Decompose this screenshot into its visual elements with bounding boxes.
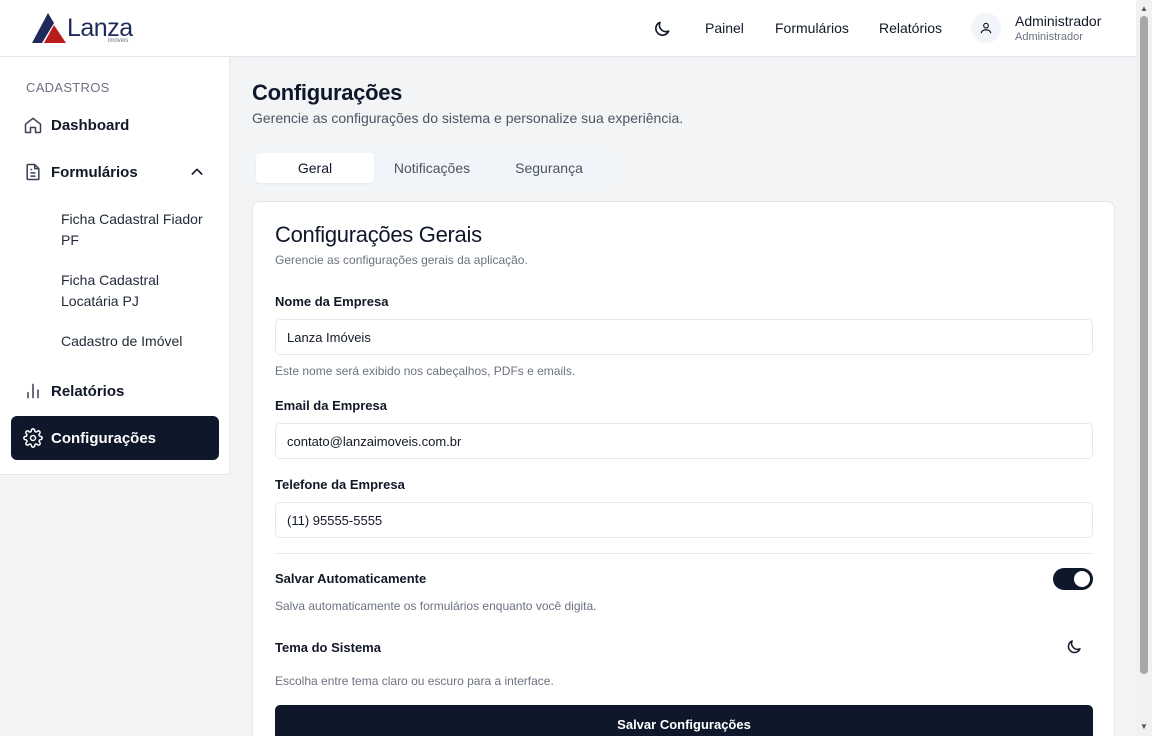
toggle-knob (1074, 571, 1090, 587)
sidebar-item-formularios[interactable]: Formulários (11, 150, 219, 194)
avatar[interactable] (971, 13, 1001, 43)
company-name-help: Este nome será exibido nos cabeçalhos, P… (275, 364, 576, 378)
bar-chart-icon (23, 381, 43, 401)
sidebar-item-label: Relatórios (51, 382, 125, 400)
scroll-down-icon[interactable]: ▼ (1139, 722, 1149, 732)
moon-icon[interactable] (652, 19, 672, 39)
nav-relatorios[interactable]: Relatórios (879, 20, 942, 36)
moon-icon (1067, 640, 1081, 654)
tab-seguranca[interactable]: Segurança (490, 153, 608, 183)
home-icon (23, 115, 43, 135)
company-email-input[interactable] (275, 423, 1093, 459)
general-settings-card: Configurações Gerais Gerencie as configu… (252, 201, 1115, 736)
user-role: Administrador (1015, 31, 1083, 43)
tab-geral[interactable]: Geral (256, 153, 374, 183)
nav-painel[interactable]: Painel (705, 20, 744, 36)
card-subtitle: Gerencie as configurações gerais da apli… (275, 253, 528, 267)
autosave-help: Salva automaticamente os formulários enq… (275, 599, 597, 613)
sidebar-item-dashboard[interactable]: Dashboard (11, 103, 219, 147)
nav-formularios[interactable]: Formulários (775, 20, 849, 36)
company-phone-label: Telefone da Empresa (275, 477, 405, 492)
autosave-toggle[interactable] (1053, 568, 1093, 590)
sidebar-subitem-cadastro-imovel[interactable]: Cadastro de Imóvel (61, 331, 211, 352)
sidebar-item-label: Dashboard (51, 116, 130, 134)
gear-icon (23, 428, 43, 448)
company-email-label: Email da Empresa (275, 398, 387, 413)
card-title: Configurações Gerais (275, 222, 482, 247)
chevron-up-icon[interactable] (189, 164, 205, 180)
sidebar-subitem-locataria-pj[interactable]: Ficha Cadastral Locatária PJ (61, 270, 211, 312)
sidebar-item-configuracoes[interactable]: Configurações (11, 416, 219, 460)
user-name[interactable]: Administrador (1015, 13, 1101, 29)
save-settings-button[interactable]: Salvar Configurações (275, 705, 1093, 736)
company-name-label: Nome da Empresa (275, 294, 389, 309)
page-title: Configurações (252, 80, 403, 105)
logo-tagline: imóveis (108, 38, 129, 44)
sidebar-item-label: Formulários (51, 163, 138, 181)
file-text-icon (23, 162, 43, 182)
sidebar-item-label: Configurações (51, 429, 157, 447)
sidebar-subitem-fiador-pf[interactable]: Ficha Cadastral Fiador PF (61, 209, 211, 251)
theme-help: Escolha entre tema claro ou escuro para … (275, 674, 554, 688)
lanza-logo[interactable]: Lanza imóveis (28, 8, 138, 48)
settings-tabs: Geral Notificações Segurança (252, 150, 612, 186)
company-phone-input[interactable] (275, 502, 1093, 538)
theme-toggle-button[interactable] (1065, 638, 1085, 658)
scrollbar-thumb[interactable] (1140, 16, 1148, 674)
sidebar-item-relatorios[interactable]: Relatórios (11, 369, 219, 413)
scrollbar[interactable]: ▲ ▼ (1136, 0, 1152, 736)
tab-notificacoes[interactable]: Notificações (373, 153, 491, 183)
autosave-label: Salvar Automaticamente (275, 571, 427, 586)
top-header: Lanza imóveis Painel Formulários Relatór… (0, 0, 1136, 57)
logo-mark-icon (32, 13, 66, 43)
divider (275, 553, 1093, 554)
user-icon (980, 22, 992, 34)
page-subtitle: Gerencie as configurações do sistema e p… (252, 110, 684, 126)
company-name-input[interactable] (275, 319, 1093, 355)
theme-label: Tema do Sistema (275, 640, 381, 655)
sidebar: CADASTROS Dashboard Formulários Ficha Ca… (0, 57, 230, 475)
scroll-up-icon[interactable]: ▲ (1139, 4, 1149, 14)
section-label: CADASTROS (26, 80, 110, 95)
